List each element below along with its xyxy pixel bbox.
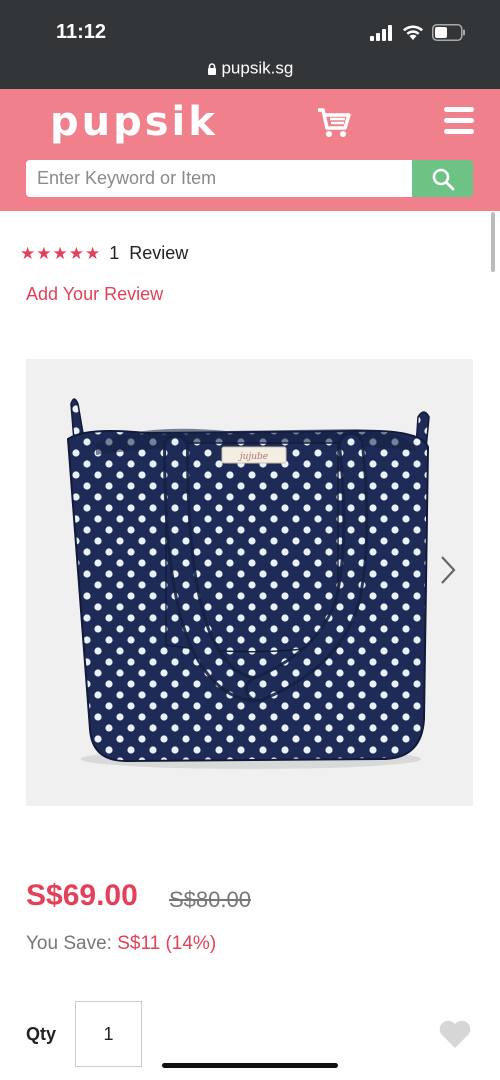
menu-line: [444, 118, 474, 123]
menu-line: [444, 107, 474, 112]
status-time: 11:12: [56, 21, 107, 43]
rating-stars: ★★★★★: [20, 243, 102, 264]
site-logo[interactable]: pupsik: [50, 99, 218, 145]
chevron-right-icon: [441, 556, 456, 584]
signal-icon: [370, 24, 392, 41]
product-image-gallery[interactable]: jujube: [26, 359, 473, 806]
savings-label: You Save:: [26, 933, 112, 954]
menu-line: [444, 129, 474, 134]
hamburger-menu-button[interactable]: [444, 107, 476, 137]
search-input[interactable]: [26, 160, 412, 197]
review-label[interactable]: Review: [129, 243, 188, 264]
original-price: S$80.00: [169, 887, 251, 912]
search-bar: [26, 160, 473, 197]
url-text: pupsik.sg: [221, 58, 294, 78]
cart-icon: [318, 108, 351, 137]
url-bar[interactable]: pupsik.sg: [0, 58, 500, 90]
add-review-link[interactable]: Add Your Review: [26, 284, 163, 305]
wifi-icon: [403, 25, 423, 40]
status-icons: [370, 24, 466, 41]
battery-icon: [432, 24, 465, 41]
current-price: S$69.00: [26, 879, 138, 912]
qty-input[interactable]: [75, 1001, 142, 1067]
search-icon: [432, 168, 454, 190]
review-count[interactable]: 1: [109, 243, 119, 264]
page-scrollbar[interactable]: [491, 212, 495, 272]
status-bar: 11:12: [0, 0, 500, 60]
savings-row: You Save: S$11 (14%): [26, 933, 216, 955]
polka-dot-tote-bag-image: jujube: [66, 398, 430, 769]
lock-icon: [207, 62, 216, 75]
heart-icon: [439, 1020, 471, 1048]
cart-button[interactable]: [316, 107, 352, 139]
bag-brand-tag: jujube: [238, 452, 268, 462]
rating-summary: ★★★★★ 1 Review: [20, 243, 188, 264]
gallery-next-button[interactable]: [432, 553, 462, 587]
site-header: pupsik: [0, 89, 500, 211]
search-button[interactable]: [412, 160, 473, 197]
home-indicator[interactable]: [162, 1063, 338, 1068]
qty-label: Qty: [26, 1024, 57, 1044]
savings-amount: S$11 (14%): [117, 933, 217, 954]
wishlist-button[interactable]: [438, 1019, 472, 1049]
